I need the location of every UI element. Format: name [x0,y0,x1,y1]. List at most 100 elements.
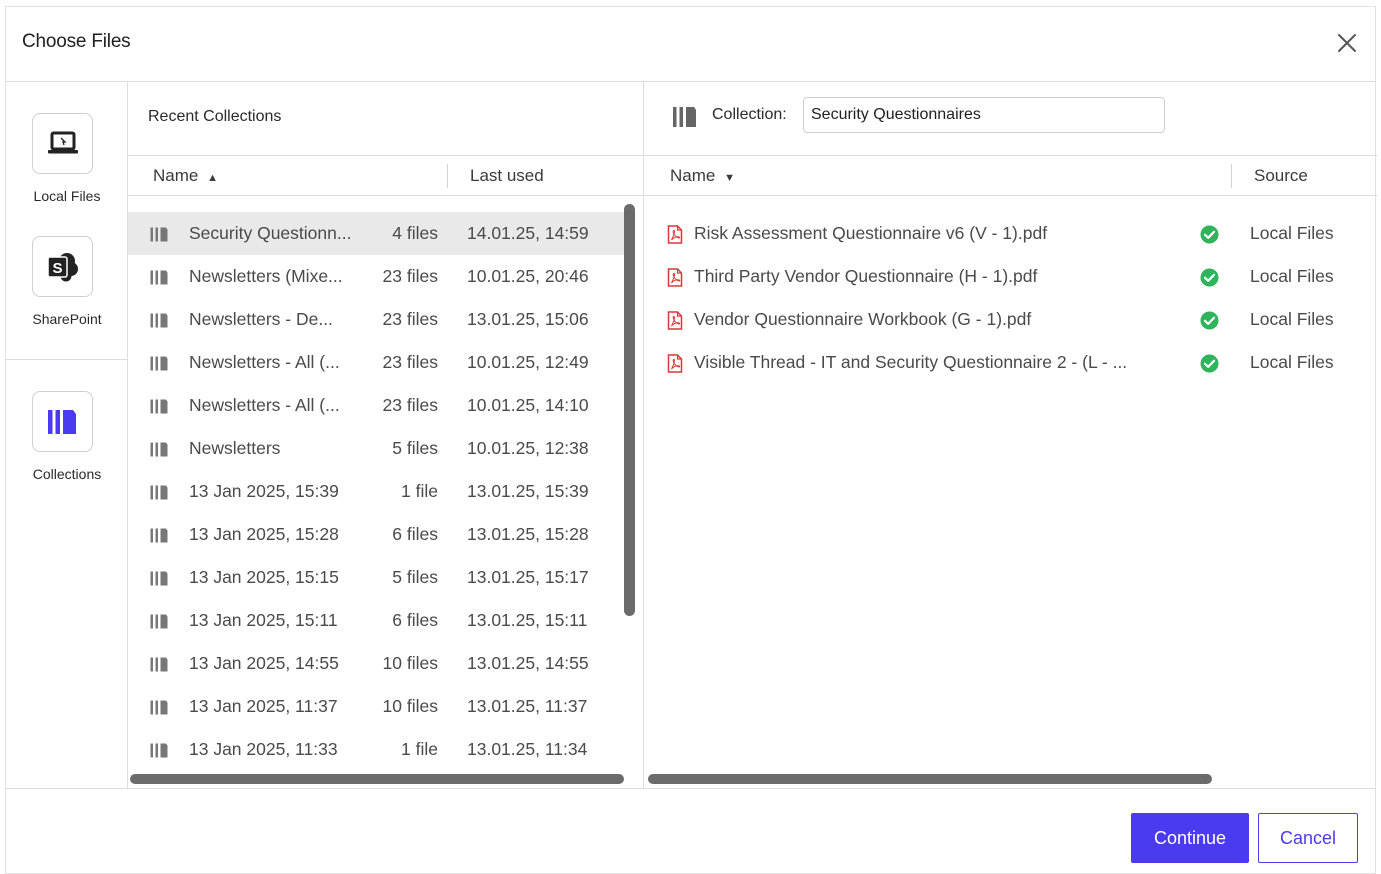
pdf-icon [667,225,683,244]
collection-row[interactable]: 13 Jan 2025, 15:11 6 files 13.01.25, 15:11 [128,599,626,642]
column-header-name[interactable]: Name ▲ [153,166,218,186]
sidebar-item-label: Local Files [33,188,101,204]
last-used: 10.01.25, 12:38 [467,438,589,458]
recent-collections-list: Security Questionn... 4 files 14.01.25, 14… [128,212,626,771]
collection-row[interactable]: 13 Jan 2025, 15:39 1 file 13.01.25, 15:39 [128,470,626,513]
last-used: 10.01.25, 12:49 [467,352,589,372]
file-row[interactable]: Visible Thread - IT and Security Questio… [644,341,1377,384]
collection-icon [150,528,168,543]
collection-row[interactable]: Newsletters 5 files 10.01.25, 12:38 [128,427,626,470]
close-button[interactable] [1333,29,1361,57]
collection-row[interactable]: 13 Jan 2025, 15:28 6 files 13.01.25, 15:28 [128,513,626,556]
file-count: 23 files [382,395,438,415]
file-row[interactable]: Vendor Questionnaire Workbook (G - 1).pd… [644,298,1377,341]
horizontal-scrollbar[interactable] [130,774,624,784]
column-divider [1231,164,1232,188]
file-name: Vendor Questionnaire Workbook (G - 1).pd… [694,309,1032,329]
collection-name: Newsletters [189,438,281,458]
dialog-header: Choose Files [6,7,1375,82]
last-used: 13.01.25, 15:28 [467,524,589,544]
collection-icon [150,356,168,371]
collection-row[interactable]: 13 Jan 2025, 11:33 1 file 13.01.25, 11:34 [128,728,626,771]
last-used: 13.01.25, 15:39 [467,481,589,501]
collection-row[interactable]: Security Questionn... 4 files 14.01.25, 14… [128,212,626,255]
sort-desc-icon: ▼ [724,172,735,184]
recent-collections-panel: Recent Collections Name ▲ Last used Secu… [128,82,644,788]
pdf-icon [667,354,683,373]
check-icon [1200,225,1219,244]
collection-files-panel: Collection: Name ▼ Source Risk Assessmen… [644,82,1377,788]
collection-icon [673,107,696,127]
files-table-header: Name ▼ Source [644,155,1377,196]
column-label: Name [153,166,199,185]
column-header-last-used[interactable]: Last used [470,166,544,186]
file-row[interactable]: Third Party Vendor Questionnaire (H - 1)… [644,255,1377,298]
collection-icon [150,614,168,629]
column-label: Name [670,166,716,185]
local-files-button[interactable] [32,113,93,174]
last-used: 13.01.25, 15:11 [467,610,588,630]
collection-name: Newsletters - All (... [189,395,340,415]
collection-row[interactable]: 13 Jan 2025, 11:37 10 files 13.01.25, 11:3… [128,685,626,728]
collection-icon [150,571,168,586]
file-count: 5 files [392,567,438,587]
file-count: 5 files [392,438,438,458]
collection-icon [150,743,168,758]
sidebar-divider [6,359,128,360]
column-divider [447,164,448,188]
sort-asc-icon: ▲ [207,172,218,184]
column-label: Source [1254,166,1308,185]
collection-icon [150,227,168,242]
last-used: 13.01.25, 14:55 [467,653,589,673]
collection-name: 13 Jan 2025, 15:15 [189,567,339,587]
sharepoint-button[interactable]: S [32,236,93,297]
collection-name: Newsletters - All (... [189,352,340,372]
collection-name: Newsletters - De... [189,309,333,329]
pdf-icon [667,268,683,287]
continue-button[interactable]: Continue [1131,813,1249,863]
column-header-source[interactable]: Source [1254,166,1308,186]
file-count: 23 files [382,352,438,372]
file-source: Local Files [1250,266,1334,286]
last-used: 13.01.25, 11:34 [467,739,588,759]
dialog-footer: Continue Cancel [6,788,1375,874]
collection-name: 13 Jan 2025, 14:55 [189,653,339,673]
file-count: 1 file [401,739,438,759]
file-count: 6 files [392,610,438,630]
file-name: Risk Assessment Questionnaire v6 (V - 1)… [694,223,1048,243]
collection-name: Security Questionn... [189,223,352,243]
collection-row[interactable]: Newsletters (Mixe... 23 files 10.01.25, 20… [128,255,626,298]
collection-name-input[interactable] [803,97,1165,133]
collection-row[interactable]: 13 Jan 2025, 15:15 5 files 13.01.25, 15:17 [128,556,626,599]
horizontal-scrollbar[interactable] [648,774,1212,784]
collection-icon [150,485,168,500]
check-icon [1200,354,1219,373]
file-name: Third Party Vendor Questionnaire (H - 1)… [694,266,1038,286]
collection-label: Collection: [712,106,787,123]
file-count: 10 files [382,696,438,716]
column-header-name[interactable]: Name ▼ [670,166,735,186]
collections-button[interactable] [32,391,93,452]
source-sidebar: Local Files S SharePoint Collections [6,82,128,788]
collection-icon [150,399,168,414]
collection-row[interactable]: 13 Jan 2025, 14:55 10 files 13.01.25, 14:5… [128,642,626,685]
file-source: Local Files [1250,223,1334,243]
collection-row[interactable]: Newsletters - All (... 23 files 10.01.25, … [128,341,626,384]
svg-text:S: S [52,260,62,277]
collection-row[interactable]: Newsletters - All (... 23 files 10.01.25, … [128,384,626,427]
collection-name: 13 Jan 2025, 11:37 [189,696,338,716]
file-row[interactable]: Risk Assessment Questionnaire v6 (V - 1)… [644,212,1377,255]
cancel-button[interactable]: Cancel [1258,813,1358,863]
collection-name: Newsletters (Mixe... [189,266,343,286]
last-used: 14.01.25, 14:59 [467,223,589,243]
collection-row[interactable]: Newsletters - De... 23 files 13.01.25, 15:… [128,298,626,341]
file-source: Local Files [1250,309,1334,329]
laptop-icon [47,131,78,153]
vertical-scrollbar[interactable] [624,204,635,616]
collection-icon [150,270,168,285]
choose-files-dialog: Choose Files Local Files S SharePoint Co… [5,6,1377,874]
last-used: 13.01.25, 15:06 [467,309,589,329]
file-source: Local Files [1250,352,1334,372]
file-count: 1 file [401,481,438,501]
close-icon [1338,34,1356,52]
